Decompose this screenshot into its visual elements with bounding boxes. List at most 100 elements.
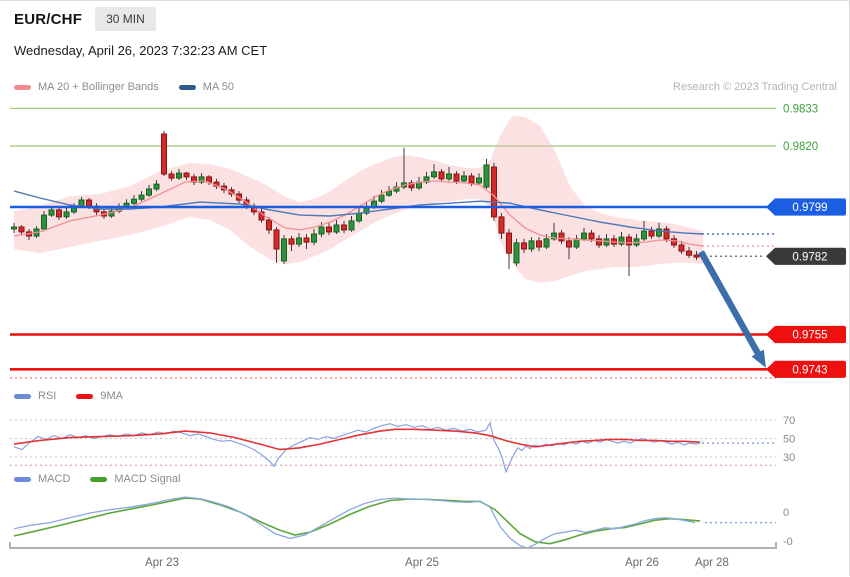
legend-item-macd-signal: MACD Signal [90, 473, 180, 485]
candle-body [11, 226, 17, 230]
candle-body [461, 175, 467, 182]
price-badge-label-0.9782: 0.9782 [792, 251, 827, 263]
level-label-0.9820: 0.9820 [783, 141, 818, 153]
x-tick-apr-23: Apr 23 [145, 557, 179, 569]
price-badge-label-0.9755: 0.9755 [792, 330, 827, 342]
candle-body [596, 238, 602, 246]
rsi-9ma-label: 9MA [100, 390, 123, 402]
candle-body [48, 209, 55, 216]
macd-signal-label: MACD Signal [114, 473, 181, 485]
candle-body [266, 219, 272, 231]
candle-body [288, 238, 295, 245]
level-label-0.9833: 0.9833 [783, 103, 818, 115]
macd-label: MACD [38, 473, 71, 485]
legend-item-rsi: RSI [14, 390, 56, 402]
rsi-9ma-swatch [76, 393, 94, 399]
candle-body [161, 133, 167, 175]
rsi-grid-label-70: 70 [783, 415, 795, 427]
header-bar: EUR/CHF 30 MIN [0, 1, 849, 38]
macd-grid-label--0: -0 [783, 536, 793, 548]
candle-body [378, 194, 385, 202]
candle-body [468, 175, 475, 184]
candle-body [356, 212, 362, 222]
candle-body [566, 240, 572, 248]
candle-body [506, 232, 512, 254]
candle-body [138, 194, 145, 200]
macd-swatch [14, 476, 31, 482]
rsi-9ma-line [13, 428, 701, 451]
candle-body [626, 236, 632, 246]
candle-body [18, 226, 25, 233]
x-tick-apr-28: Apr 28 [695, 557, 729, 569]
candle-body [168, 173, 175, 179]
candle-body [78, 199, 85, 207]
candle-body [333, 224, 340, 233]
candle-body [318, 226, 325, 235]
legend-item-ma20-bollinger: MA 20 + Bollinger Bands [14, 81, 159, 93]
macd-signal-line [13, 497, 701, 545]
candle-body [146, 188, 152, 196]
macd-grid-label-0: 0 [783, 507, 789, 519]
legend-item-ma50: MA 50 [178, 81, 234, 93]
candle-body [86, 199, 92, 207]
timeframe-badge: 30 MIN [95, 7, 156, 31]
chart-datetime: Wednesday, April 26, 2023 7:32:23 AM CET [0, 37, 849, 63]
chart-widget: EUR/CHF 30 MIN Wednesday, April 26, 2023… [0, 0, 850, 576]
candle-body [311, 233, 317, 243]
candle-body [446, 173, 452, 180]
rsi-label: RSI [38, 390, 57, 402]
macd-legend: MACD MACD Signal [14, 473, 200, 485]
candle-body [476, 177, 482, 184]
candle-body [678, 244, 685, 252]
candle-body [663, 228, 670, 240]
candle-body [521, 242, 527, 250]
rsi-line [13, 421, 701, 474]
candle-body [183, 172, 190, 178]
candle-body [281, 238, 287, 262]
candle-body [41, 214, 47, 230]
candle-body [56, 209, 62, 218]
candle-body [296, 237, 302, 245]
candle-body [588, 232, 595, 240]
candle-body [63, 211, 70, 218]
candle-body [348, 220, 355, 231]
candle-body [326, 226, 332, 233]
research-credit: Research © 2023 Trading Central [672, 81, 837, 93]
x-tick-apr-26: Apr 26 [625, 557, 659, 569]
candle-body [641, 230, 647, 240]
candle-body [131, 198, 137, 204]
candle-body [453, 173, 460, 182]
candle-body [536, 240, 542, 248]
candle-body [153, 183, 160, 190]
ma20-bollinger-swatch [14, 84, 31, 90]
candle-body [686, 250, 692, 256]
projection-arrow-shaft [698, 250, 762, 357]
main-chart-legend: MA 20 + Bollinger Bands MA 50 [14, 81, 254, 93]
candle-body [693, 254, 700, 258]
candle-body [498, 216, 505, 234]
ma50-swatch [178, 84, 196, 90]
candle-body [648, 230, 655, 237]
ma50-label: MA 50 [202, 81, 234, 93]
rsi-legend: RSI 9MA [14, 390, 143, 402]
candle-body [431, 171, 437, 178]
legend-item-macd: MACD [14, 473, 70, 485]
candle-body [303, 237, 310, 243]
ma20-bollinger-label: MA 20 + Bollinger Bands [38, 81, 159, 93]
price-badge-label-0.9743: 0.9743 [792, 365, 827, 377]
candle-body [671, 238, 677, 246]
rsi-grid-label-30: 30 [783, 452, 795, 464]
candle-body [513, 242, 520, 264]
candle-body [528, 240, 535, 250]
rsi-swatch [14, 393, 31, 399]
candle-body [341, 224, 347, 231]
candle-body [543, 238, 550, 248]
candle-body [558, 232, 565, 242]
candle-body [491, 166, 497, 218]
candle-body [581, 232, 587, 240]
bollinger-band [14, 116, 703, 283]
candle-body [483, 164, 490, 188]
macd-signal-swatch [90, 476, 108, 482]
x-tick-apr-25: Apr 25 [405, 557, 439, 569]
legend-item-9ma: 9MA [76, 390, 123, 402]
